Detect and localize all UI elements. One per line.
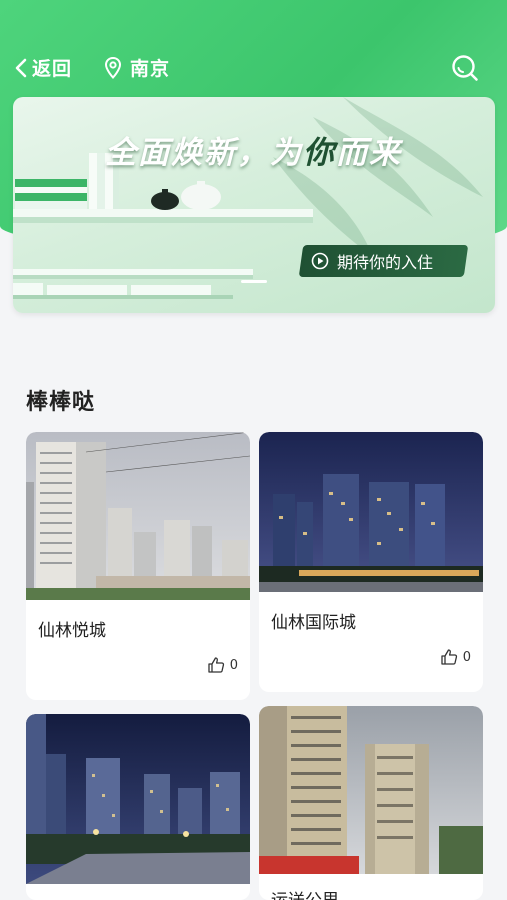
like-counter[interactable]: 0 bbox=[207, 656, 238, 674]
thumbs-up-icon bbox=[208, 657, 224, 673]
like-count: 0 bbox=[462, 649, 471, 665]
banner-cta-button[interactable]: 期待你的入住 bbox=[298, 245, 469, 277]
banner-headline-part1: 全面焕新，为 bbox=[105, 135, 303, 171]
listing-card[interactable]: 仙林悦城 0 bbox=[26, 432, 250, 700]
back-label: 返回 bbox=[32, 58, 73, 80]
banner-headline-part2: 而来 bbox=[336, 135, 402, 171]
banner-headline-highlight: 你 bbox=[303, 135, 336, 171]
city-name: 南京 bbox=[130, 58, 171, 80]
listing-photo bbox=[259, 706, 483, 874]
carousel-indicator bbox=[241, 280, 267, 283]
search-icon bbox=[452, 55, 478, 81]
listing-photo bbox=[26, 432, 250, 600]
listing-photo bbox=[26, 714, 250, 884]
listing-card[interactable]: 仙林国际城 0 bbox=[259, 432, 483, 692]
promo-banner[interactable]: 全面焕新，为你而来 期待你的入住 bbox=[13, 97, 495, 313]
listing-name: 仙林国际城 bbox=[271, 613, 356, 633]
top-navigation-bar: 返回 南京 bbox=[0, 46, 507, 90]
location-pin-icon bbox=[104, 56, 122, 79]
thumbs-up-icon bbox=[441, 649, 457, 665]
banner-headline: 全面焕新，为你而来 bbox=[105, 127, 402, 172]
search-button[interactable] bbox=[451, 54, 479, 86]
chevron-left-icon bbox=[15, 58, 27, 77]
banner-cta-label: 期待你的入住 bbox=[337, 253, 434, 272]
listing-photo bbox=[259, 432, 483, 592]
listing-name: 运送公里 bbox=[271, 886, 339, 900]
listing-card[interactable]: 运送公里 bbox=[259, 706, 483, 900]
back-button[interactable]: 返回 bbox=[14, 54, 72, 81]
like-counter[interactable]: 0 bbox=[440, 648, 471, 666]
like-count: 0 bbox=[229, 657, 238, 673]
city-selector[interactable]: 南京 bbox=[104, 54, 170, 81]
listing-card[interactable] bbox=[26, 714, 250, 900]
section-title: 棒棒哒 bbox=[26, 390, 96, 415]
play-circle-icon bbox=[311, 252, 329, 270]
listing-name: 仙林悦城 bbox=[38, 621, 106, 641]
